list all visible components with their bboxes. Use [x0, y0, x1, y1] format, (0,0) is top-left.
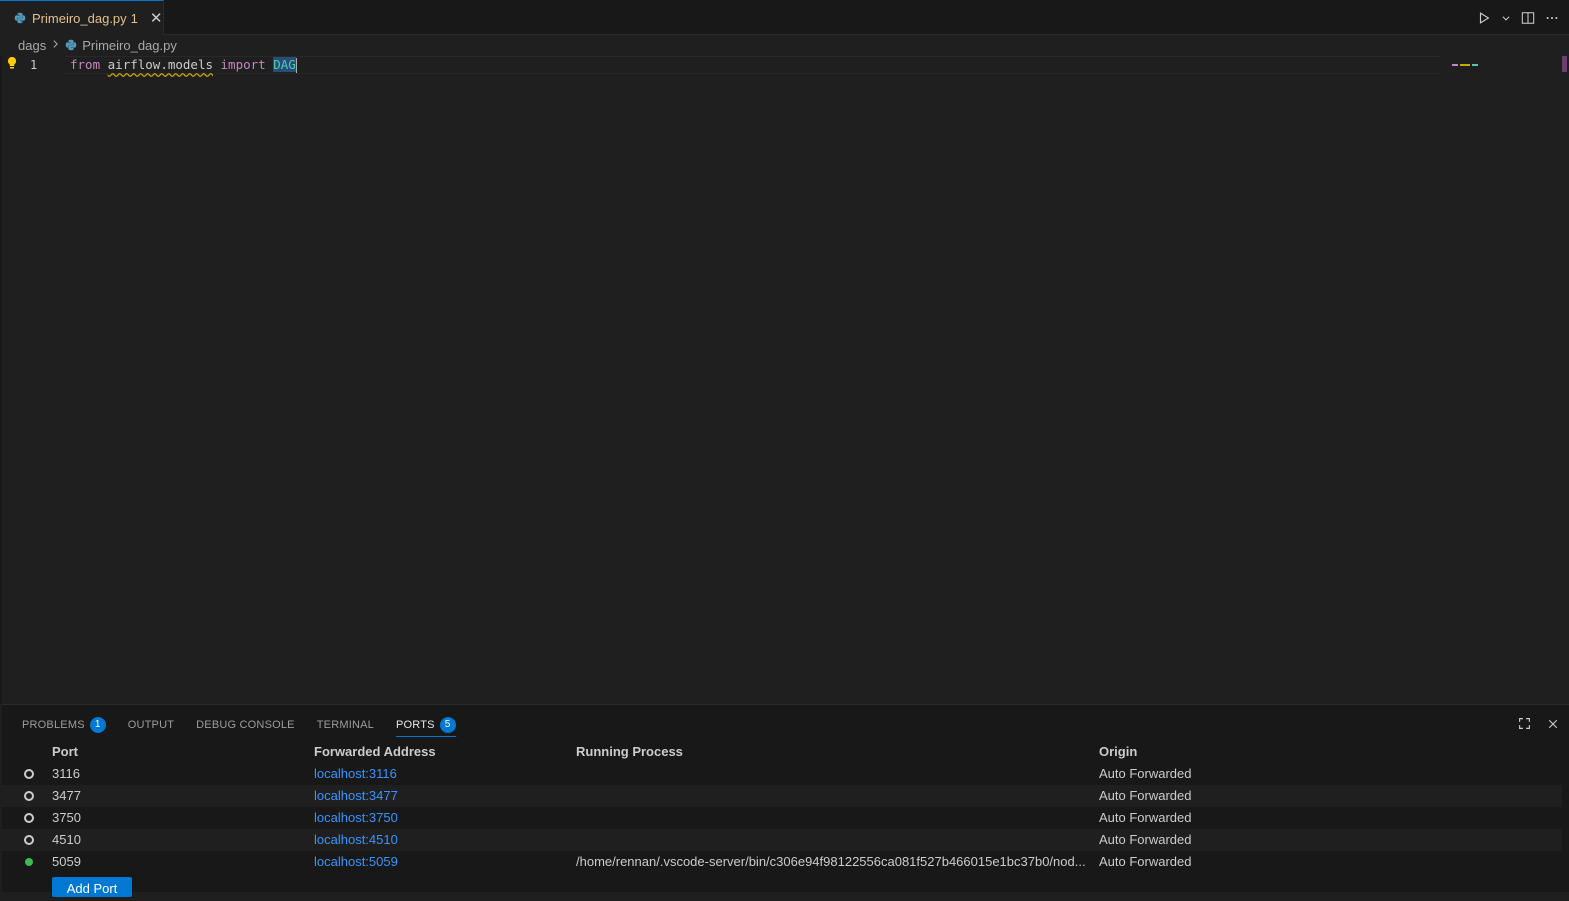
- tab-debug-console-label: DEBUG CONSOLE: [196, 719, 295, 731]
- imported-name: DAG: [273, 57, 296, 72]
- tab-terminal[interactable]: TERMINAL: [317, 713, 374, 737]
- panel-tabs: PROBLEMS 1 OUTPUT DEBUG CONSOLE TERMINAL…: [22, 713, 456, 737]
- breadcrumb-folder[interactable]: dags: [18, 38, 46, 53]
- text-cursor: [295, 58, 297, 73]
- tab-output-label: OUTPUT: [127, 719, 175, 731]
- breadcrumb: dags Primeiro_dag.py: [18, 34, 177, 56]
- port-active-icon: [24, 851, 36, 873]
- column-header-origin[interactable]: Origin: [1099, 741, 1299, 763]
- port-inactive-icon: [24, 763, 36, 785]
- keyword-import: import: [220, 57, 266, 72]
- forwarded-address-link[interactable]: localhost:3477: [314, 785, 564, 807]
- origin: Auto Forwarded: [1099, 854, 1192, 869]
- more-actions-icon[interactable]: [1545, 11, 1559, 25]
- python-file-icon: [14, 12, 26, 24]
- table-row[interactable]: 3116 localhost:3116 Auto Forwarded: [2, 763, 1562, 785]
- port-number: 5059: [52, 854, 81, 869]
- column-header-address[interactable]: Forwarded Address: [314, 741, 564, 763]
- chevron-down-icon[interactable]: [1501, 13, 1511, 23]
- run-icon[interactable]: [1477, 11, 1491, 25]
- tab-problems-label: PROBLEMS: [22, 719, 85, 731]
- column-header-port[interactable]: Port: [52, 741, 292, 763]
- split-editor-icon[interactable]: [1521, 11, 1535, 25]
- tab-problems[interactable]: PROBLEMS 1: [22, 713, 106, 737]
- editor-tab-bar: Primeiro_dag.py 1 ✕: [0, 0, 1569, 35]
- chevron-right-icon: [51, 38, 60, 52]
- forwarded-address-link[interactable]: localhost:5059: [314, 851, 564, 873]
- port-inactive-icon: [24, 785, 36, 807]
- running-process: [576, 763, 1086, 785]
- forwarded-address-link[interactable]: localhost:3750: [314, 807, 564, 829]
- editor-gutter-edge: [0, 56, 2, 704]
- minimap[interactable]: [1452, 54, 1478, 66]
- scrollbar-marker[interactable]: [1562, 56, 1567, 72]
- lightbulb-icon[interactable]: [6, 56, 18, 70]
- tab-problem-count: 1: [130, 10, 138, 26]
- running-process: [576, 807, 1086, 829]
- running-process: [576, 829, 1086, 851]
- port-number: 3116: [52, 766, 80, 781]
- origin: Auto Forwarded: [1099, 766, 1192, 781]
- tab-ports-label: PORTS: [395, 718, 435, 731]
- python-file-icon: [65, 39, 77, 51]
- tab-primeiro-dag[interactable]: Primeiro_dag.py 1 ✕: [0, 0, 164, 35]
- table-row[interactable]: 4510 localhost:4510 Auto Forwarded: [2, 829, 1562, 851]
- module-name: airflow.models: [107, 57, 213, 72]
- tab-ports[interactable]: PORTS 5: [395, 713, 456, 737]
- port-inactive-icon: [24, 807, 36, 829]
- port-inactive-icon: [24, 829, 36, 851]
- breadcrumb-file[interactable]: Primeiro_dag.py: [82, 38, 177, 53]
- origin: Auto Forwarded: [1099, 810, 1192, 825]
- ports-table: Port Forwarded Address Running Process O…: [2, 741, 1562, 873]
- add-port-button[interactable]: Add Port: [52, 877, 132, 897]
- table-row[interactable]: 5059 localhost:5059 /home/rennan/.vscode…: [2, 851, 1562, 873]
- panel-actions: [1518, 713, 1559, 737]
- tab-output[interactable]: OUTPUT: [128, 713, 174, 737]
- port-number: 4510: [52, 832, 81, 847]
- running-process: /home/rennan/.vscode-server/bin/c306e94f…: [576, 854, 1086, 869]
- editor-actions: [1477, 0, 1559, 35]
- problems-count-badge: 1: [89, 717, 106, 733]
- close-icon[interactable]: ✕: [150, 11, 163, 26]
- ports-count-badge: 5: [439, 716, 456, 733]
- origin: Auto Forwarded: [1099, 832, 1192, 847]
- table-row[interactable]: 3750 localhost:3750 Auto Forwarded: [2, 807, 1562, 829]
- tab-label: Primeiro_dag.py: [32, 10, 127, 26]
- table-row[interactable]: 3477 localhost:3477 Auto Forwarded: [2, 785, 1562, 807]
- tab-debug-console[interactable]: DEBUG CONSOLE: [196, 713, 295, 737]
- keyword-from: from: [70, 57, 101, 72]
- code-line-1[interactable]: from airflow.models import DAG: [70, 56, 297, 74]
- line-number: 1: [30, 58, 38, 72]
- forwarded-address-link[interactable]: localhost:3116: [314, 763, 564, 785]
- maximize-panel-icon[interactable]: [1518, 717, 1531, 733]
- close-panel-icon[interactable]: [1547, 718, 1559, 733]
- column-header-process[interactable]: Running Process: [576, 741, 1086, 763]
- bottom-panel: PROBLEMS 1 OUTPUT DEBUG CONSOLE TERMINAL…: [2, 704, 1569, 897]
- code-editor[interactable]: 1 from airflow.models import DAG: [0, 56, 1569, 704]
- port-number: 3477: [52, 788, 81, 803]
- port-number: 3750: [52, 810, 81, 825]
- origin: Auto Forwarded: [1099, 788, 1192, 803]
- table-header: Port Forwarded Address Running Process O…: [2, 741, 1562, 763]
- forwarded-address-link[interactable]: localhost:4510: [314, 829, 564, 851]
- running-process: [576, 785, 1086, 807]
- tab-terminal-label: TERMINAL: [316, 719, 374, 731]
